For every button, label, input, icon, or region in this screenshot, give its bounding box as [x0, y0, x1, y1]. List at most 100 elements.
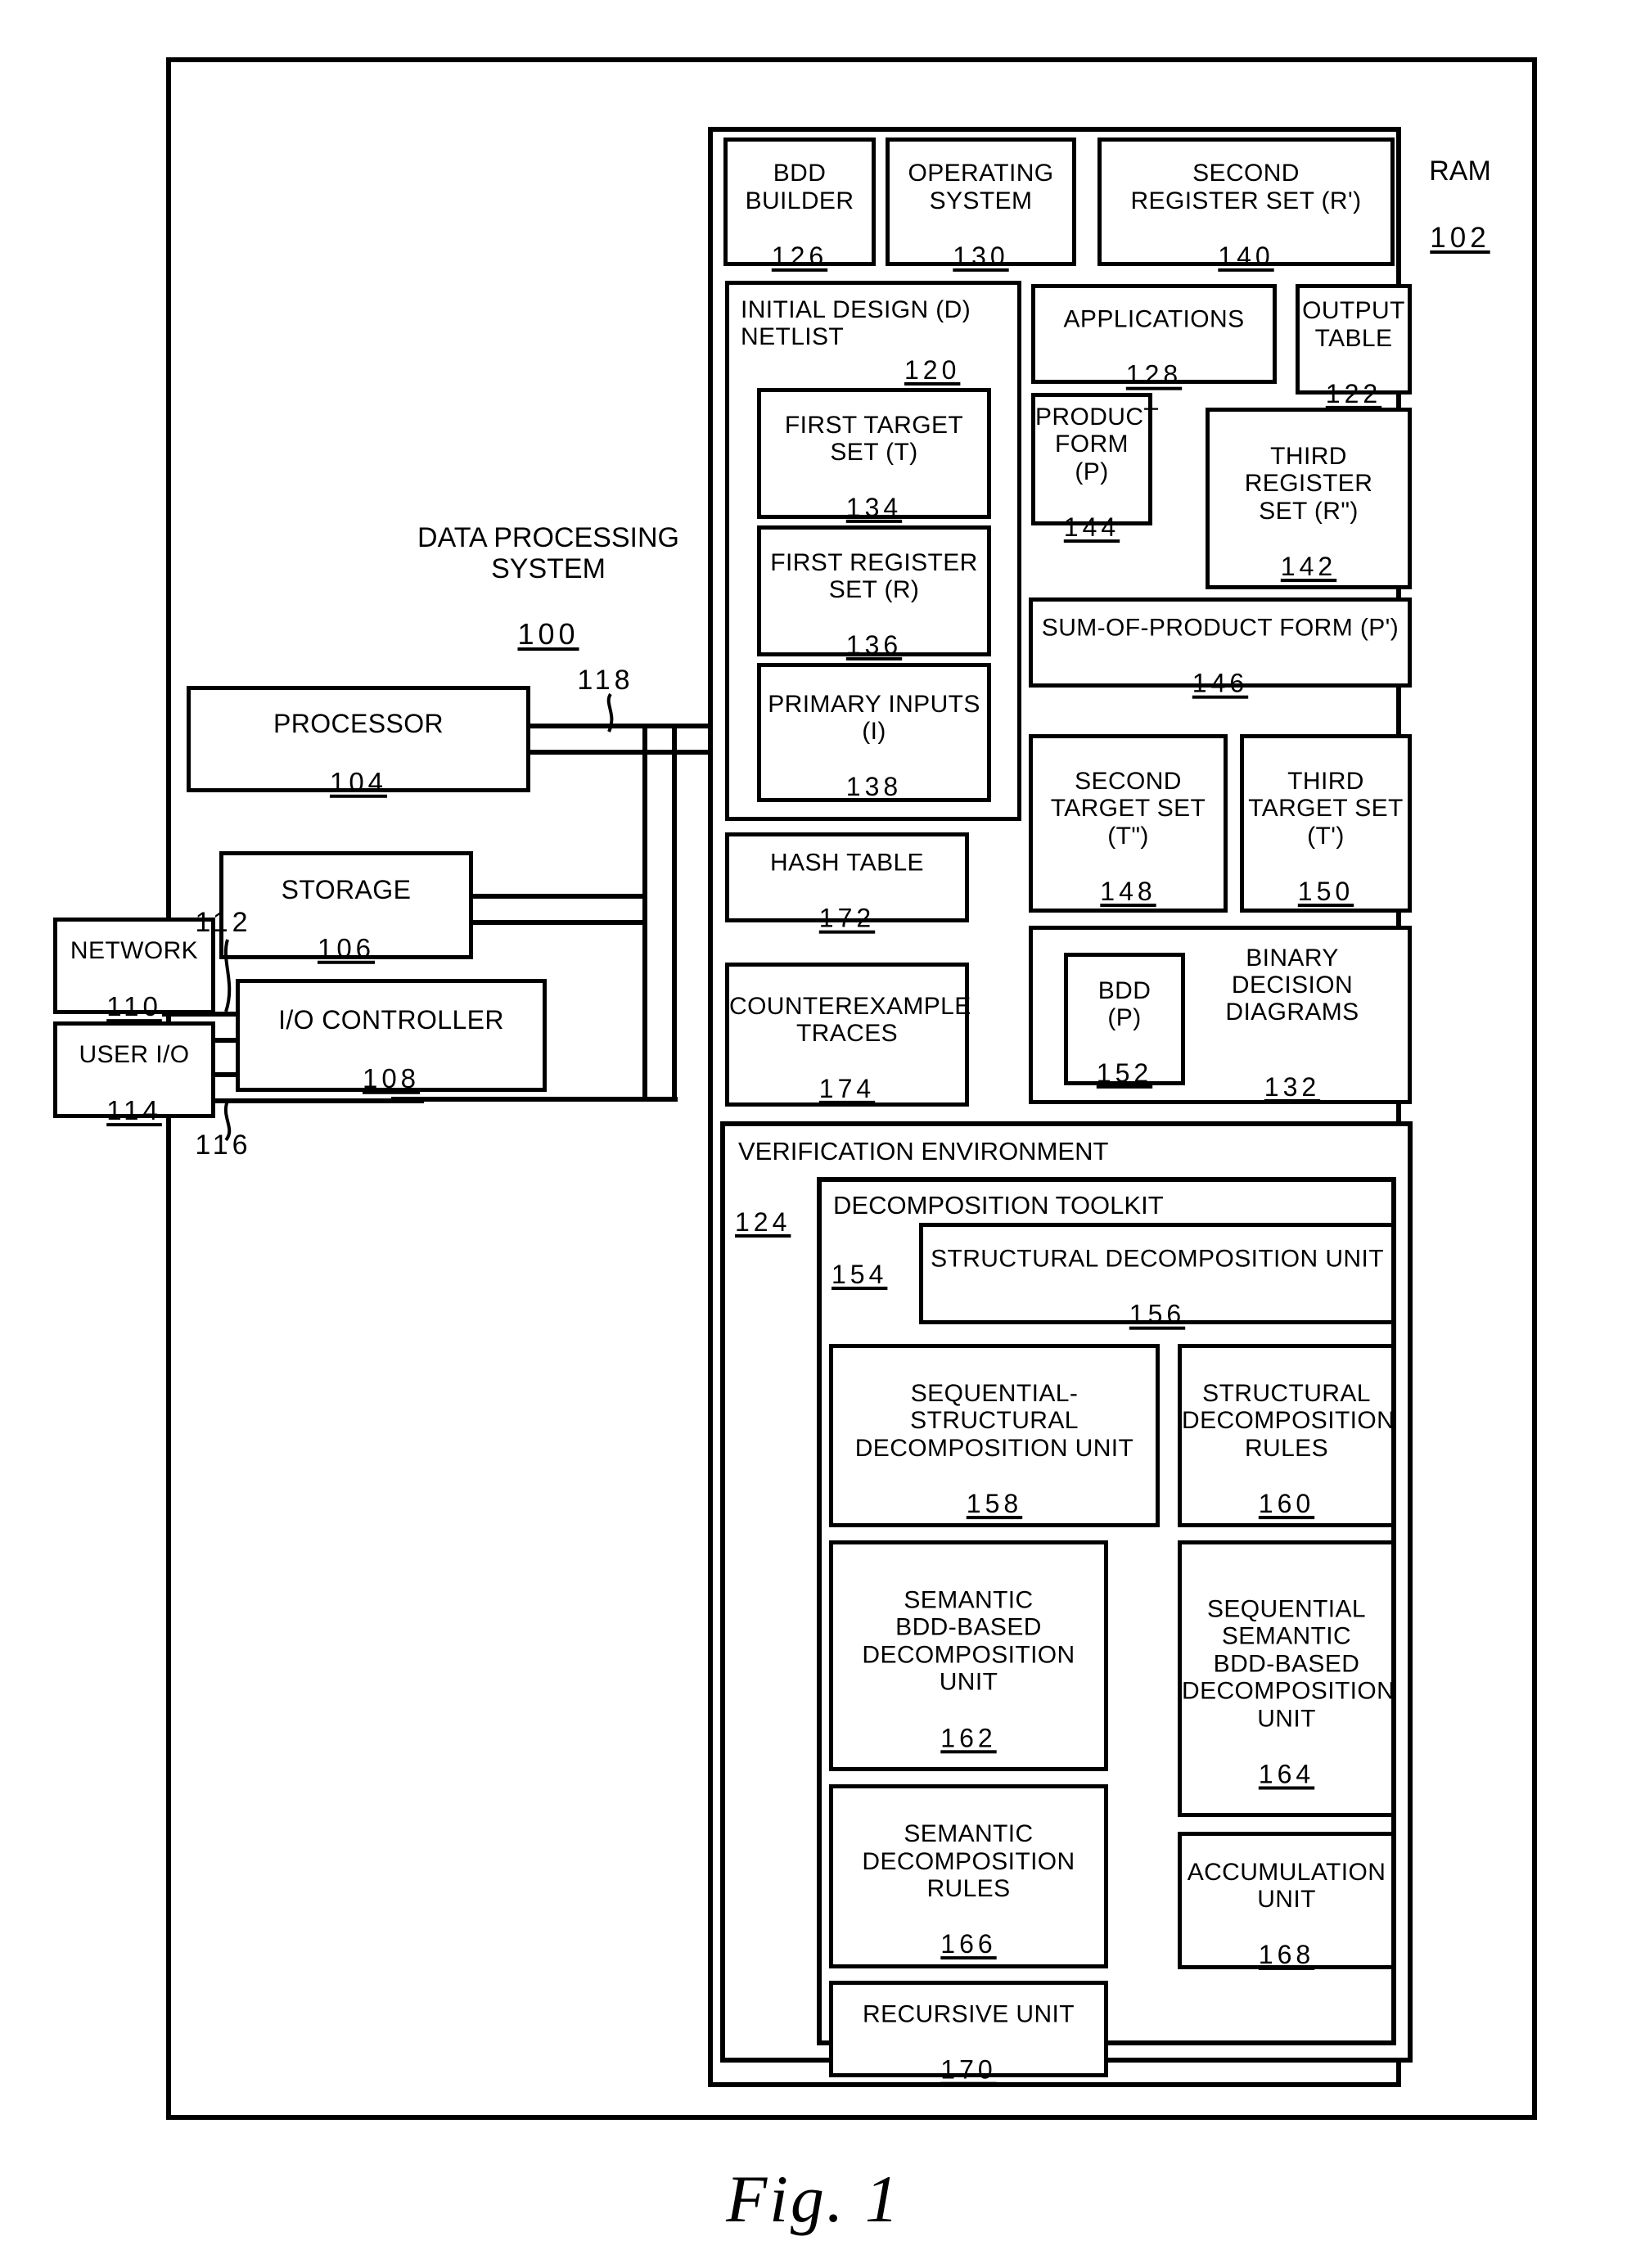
- ref-158: 158: [966, 1489, 1023, 1519]
- ram-ref: 102: [1403, 190, 1517, 254]
- ref-138: 138: [845, 772, 903, 802]
- recursive-unit-label: RECURSIVE UNIT: [863, 2000, 1075, 2028]
- counterexample-traces-box: COUNTEREXAMPLE TRACES 174: [725, 963, 971, 1107]
- first-target-set-label: FIRST TARGET SET (T): [784, 411, 964, 467]
- ref-114: 114: [106, 1094, 162, 1125]
- ref-104: 104: [329, 767, 388, 798]
- second-target-set-box: SECOND TARGET SET (T") 148: [1029, 734, 1228, 913]
- user-io-label: USER I/O: [79, 1040, 190, 1068]
- ref-156: 156: [1129, 1299, 1186, 1329]
- sequential-semantic-bdd-based-decomposition-unit-label: SEQUENTIAL SEMANTIC BDD-BASED DECOMPOSIT…: [1182, 1595, 1395, 1733]
- ref-162: 162: [940, 1722, 997, 1752]
- data-processing-system-ref: 100: [385, 585, 712, 652]
- ref-100: 100: [517, 617, 579, 652]
- semantic-decomposition-rules-label: SEMANTIC DECOMPOSITION RULES: [862, 1820, 1075, 1903]
- primary-inputs-label: PRIMARY INPUTS (I): [768, 690, 980, 746]
- applications-label: APPLICATIONS: [1063, 305, 1245, 333]
- ram-label: RAM: [1429, 156, 1491, 187]
- leader-118: [606, 692, 614, 733]
- initial-design-netlist-box: INITIAL DESIGN (D) NETLIST 120 FIRST TAR…: [725, 281, 1021, 821]
- ref-130: 130: [953, 241, 1009, 271]
- product-form-label: PRODUCT FORM (P): [1035, 403, 1160, 485]
- ref-140: 140: [1218, 241, 1274, 271]
- decomposition-toolkit-label: DECOMPOSITION TOOLKIT: [833, 1191, 1164, 1220]
- io-controller-label: I/O CONTROLLER: [278, 1004, 504, 1035]
- first-register-set-label: FIRST REGISTER SET (R): [770, 548, 978, 604]
- ref-148: 148: [1100, 877, 1156, 907]
- third-register-set-box: THIRD REGISTER SET (R") 142: [1206, 408, 1412, 589]
- first-register-set-box: FIRST REGISTER SET (R) 136: [757, 525, 991, 660]
- structural-decomposition-unit-box: STRUCTURAL DECOMPOSITION UNIT 156: [919, 1223, 1395, 1328]
- sequential-structural-decomposition-unit-box: SEQUENTIAL- STRUCTURAL DECOMPOSITION UNI…: [829, 1344, 1160, 1527]
- structural-decomposition-rules-label: STRUCTURAL DECOMPOSITION RULES: [1182, 1379, 1395, 1462]
- ref-122: 122: [1325, 378, 1382, 408]
- third-target-set-label: THIRD TARGET SET (T'): [1248, 767, 1404, 850]
- structural-decomposition-rules-box: STRUCTURAL DECOMPOSITION RULES 160: [1178, 1344, 1395, 1527]
- third-target-set-box: THIRD TARGET SET (T') 150: [1240, 734, 1412, 913]
- hash-table-box: HASH TABLE 172: [725, 832, 969, 932]
- accumulation-unit-label: ACCUMULATION UNIT: [1187, 1858, 1386, 1914]
- initial-design-netlist-ref-wrap: 120: [729, 327, 1017, 385]
- processor-label: PROCESSOR: [273, 708, 444, 738]
- figure-caption: Fig. 1: [726, 2162, 901, 2236]
- bdd-p-label: BDD (P): [1097, 976, 1152, 1032]
- primary-inputs-box: PRIMARY INPUTS (I) 138: [757, 663, 991, 802]
- ref-152: 152: [1096, 1058, 1153, 1089]
- ref-164: 164: [1258, 1759, 1315, 1789]
- bdd-builder-label: BDD BUILDER: [745, 159, 854, 214]
- structural-decomposition-unit-label: STRUCTURAL DECOMPOSITION UNIT: [931, 1245, 1384, 1273]
- accumulation-unit-box: ACCUMULATION UNIT 168: [1178, 1832, 1395, 1969]
- ref-146: 146: [1192, 668, 1249, 698]
- ref-106: 106: [317, 933, 376, 964]
- ref-136: 136: [845, 630, 903, 661]
- ref-142: 142: [1280, 552, 1337, 582]
- data-processing-system-label: DATA PROCESSING SYSTEM: [417, 522, 679, 585]
- operating-system-box: OPERATING SYSTEM 130: [886, 138, 1076, 271]
- second-target-set-label: SECOND TARGET SET (T"): [1050, 767, 1206, 850]
- third-register-set-label: THIRD REGISTER SET (R"): [1244, 442, 1373, 525]
- ref-134: 134: [845, 493, 903, 523]
- bus-ref-118: 118: [577, 665, 634, 696]
- second-register-set-label: SECOND REGISTER SET (R'): [1130, 159, 1362, 214]
- storage-label: STORAGE: [281, 874, 412, 904]
- hash-table-label: HASH TABLE: [770, 849, 924, 877]
- network-label: NETWORK: [70, 936, 199, 964]
- bus-io-controller-connector: [391, 1097, 678, 1102]
- sum-of-product-form-box: SUM-OF-PRODUCT FORM (P') 146: [1029, 597, 1412, 697]
- applications-box: APPLICATIONS 128: [1031, 284, 1277, 389]
- ref-120: 120: [904, 355, 961, 386]
- semantic-bdd-based-decomposition-unit-box: SEMANTIC BDD-BASED DECOMPOSITION UNIT 16…: [829, 1540, 1108, 1771]
- processor-box: PROCESSOR 104: [187, 686, 530, 797]
- bus-ref-112: 112: [195, 907, 252, 938]
- ref-172: 172: [818, 903, 876, 933]
- counterexample-traces-label: COUNTEREXAMPLE TRACES: [729, 992, 971, 1048]
- product-form-box: PRODUCT FORM (P) 144: [1031, 393, 1159, 542]
- operating-system-label: OPERATING SYSTEM: [908, 159, 1054, 214]
- ref-154: 154: [832, 1259, 888, 1289]
- bdd-p-box: BDD (P) 152: [1064, 953, 1185, 1088]
- semantic-decomposition-rules-box: SEMANTIC DECOMPOSITION RULES 166: [829, 1784, 1108, 1968]
- second-register-set-box: SECOND REGISTER SET (R') 140: [1097, 138, 1395, 271]
- ref-168: 168: [1258, 1940, 1315, 1970]
- storage-box: STORAGE 106: [219, 851, 473, 963]
- ref-108: 108: [362, 1063, 421, 1094]
- ref-126: 126: [771, 241, 828, 271]
- patent-figure-1: DATA PROCESSING SYSTEM 100 PROCESSOR 104…: [0, 0, 1627, 2268]
- bus-trunk-vertical-inner: [672, 724, 677, 1101]
- ref-144: 144: [1063, 512, 1120, 543]
- first-target-set-box: FIRST TARGET SET (T) 134: [757, 388, 991, 522]
- ref-150: 150: [1297, 877, 1354, 907]
- sequential-semantic-bdd-based-decomposition-unit-box: SEQUENTIAL SEMANTIC BDD-BASED DECOMPOSIT…: [1178, 1540, 1395, 1817]
- bus-trunk-vertical-outer: [642, 724, 647, 1101]
- ref-166: 166: [940, 1929, 997, 1959]
- decomposition-toolkit-ref: 154: [832, 1231, 930, 1290]
- leader-116: [224, 1100, 232, 1142]
- output-table-label: OUTPUT TABLE: [1302, 296, 1405, 352]
- sum-of-product-form-label: SUM-OF-PRODUCT FORM (P'): [1041, 614, 1399, 642]
- semantic-bdd-based-decomposition-unit-label: SEMANTIC BDD-BASED DECOMPOSITION UNIT: [862, 1585, 1075, 1696]
- binary-decision-diagrams-box: BINARY DECISION DIAGRAMS 132 BDD (P) 152: [1029, 926, 1412, 1104]
- ref-174: 174: [818, 1074, 876, 1104]
- output-table-box: OUTPUT TABLE 122: [1296, 284, 1412, 408]
- sequential-structural-decomposition-unit-label: SEQUENTIAL- STRUCTURAL DECOMPOSITION UNI…: [854, 1379, 1134, 1462]
- leader-112: [223, 939, 232, 1012]
